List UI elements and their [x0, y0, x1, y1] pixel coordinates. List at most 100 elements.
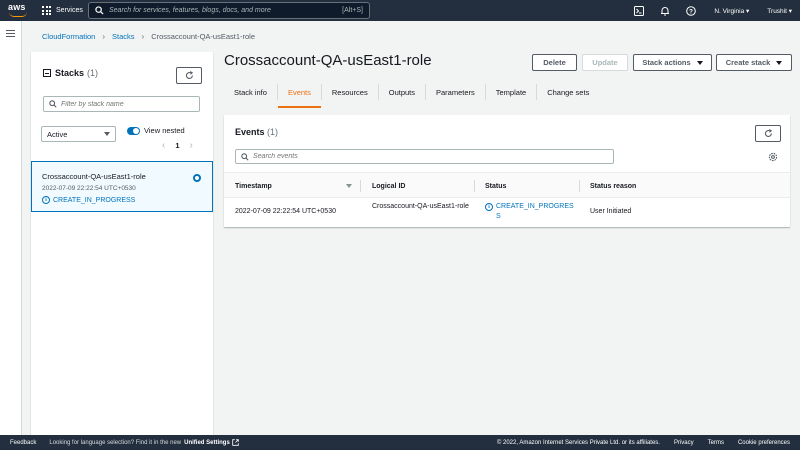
column-divider — [360, 180, 361, 192]
breadcrumb-stacks[interactable]: Stacks — [112, 32, 135, 41]
stack-name[interactable]: Crossaccount-QA-usEast1-role — [42, 172, 146, 181]
column-timestamp[interactable]: Timestamp — [235, 173, 272, 199]
copyright: © 2022, Amazon Internet Services Private… — [496, 439, 660, 446]
events-header: Events (1) — [235, 127, 278, 137]
column-divider — [579, 180, 580, 192]
events-refresh-button[interactable] — [755, 125, 781, 142]
stack-select-radio[interactable] — [193, 174, 201, 182]
column-status[interactable]: Status — [485, 173, 506, 199]
cookie-preferences-link[interactable]: Cookie preferences — [738, 440, 790, 446]
info-icon: i — [485, 203, 493, 211]
column-logical-id[interactable]: Logical ID — [372, 173, 405, 199]
unified-settings-link[interactable]: Unified Settings — [184, 440, 230, 446]
create-stack-button[interactable]: Create stack — [716, 54, 792, 71]
feedback-link[interactable]: Feedback — [10, 440, 36, 446]
gear-icon[interactable] — [768, 152, 778, 162]
events-search-field[interactable] — [235, 149, 614, 164]
event-logical-id: Crossaccount-QA-usEast1-role — [372, 203, 469, 210]
search-icon — [95, 6, 104, 15]
footer: Feedback Looking for language selection?… — [0, 435, 800, 450]
stack-actions-label: Stack actions — [642, 58, 691, 67]
cloudshell-icon[interactable] — [634, 5, 645, 16]
stack-status-label: CREATE_IN_PROGRESS — [53, 196, 136, 204]
breadcrumb-cloudformation[interactable]: CloudFormation — [42, 32, 95, 41]
next-page-icon[interactable]: › — [190, 140, 193, 151]
services-label: Services — [56, 7, 83, 14]
events-search-input[interactable] — [253, 153, 593, 160]
tab-parameters[interactable]: Parameters — [426, 84, 486, 100]
events-title: Events — [235, 127, 265, 137]
update-button[interactable]: Update — [582, 54, 628, 71]
events-panel: Events (1) Timestamp Logical ID Status S… — [224, 115, 790, 227]
tab-stack-info[interactable]: Stack info — [224, 84, 278, 100]
aws-logo[interactable]: aws — [8, 2, 30, 19]
info-icon: i — [42, 196, 50, 204]
page-title: Crossaccount-QA-usEast1-role — [224, 52, 432, 69]
grid-icon — [42, 6, 51, 15]
create-stack-label: Create stack — [725, 58, 771, 67]
stack-list-item[interactable]: Crossaccount-QA-usEast1-role 2022-07-09 … — [31, 161, 213, 212]
event-timestamp: 2022-07-09 22:22:54 UTC+0530 — [235, 208, 336, 215]
caret-down-icon — [776, 60, 783, 65]
tab-outputs[interactable]: Outputs — [379, 84, 426, 100]
aws-logo-text: aws — [8, 2, 26, 12]
breadcrumb-current: Crossaccount-QA-usEast1-role — [151, 32, 256, 41]
region-label: N. Virginia — [714, 7, 745, 15]
column-status-reason[interactable]: Status reason — [590, 173, 636, 199]
external-link-icon — [232, 439, 239, 446]
stack-actions-button[interactable]: Stack actions — [633, 54, 712, 71]
search-icon — [241, 152, 249, 161]
events-table-header: Timestamp Logical ID Status Status reaso… — [224, 172, 790, 198]
search-placeholder: Search for services, features, blogs, do… — [109, 7, 271, 14]
terms-link[interactable]: Terms — [708, 440, 724, 446]
global-search-input[interactable]: Search for services, features, blogs, do… — [88, 2, 370, 19]
refresh-icon — [185, 71, 193, 79]
tab-resources[interactable]: Resources — [322, 84, 379, 100]
menu-hamburger-icon[interactable] — [6, 30, 15, 37]
svg-text:?: ? — [689, 8, 693, 15]
notifications-bell-icon[interactable] — [660, 6, 670, 16]
chevron-right-icon: › — [141, 32, 145, 41]
stacks-refresh-button[interactable] — [176, 67, 202, 84]
account-menu[interactable]: Trushit ▾ — [767, 7, 792, 15]
language-prompt: Looking for language selection? Find it … — [49, 439, 182, 446]
stacks-panel: Stacks (1) Active View nested ‹ 1 › Cros… — [31, 52, 213, 435]
services-menu-button[interactable]: Services — [42, 4, 83, 17]
stacks-title: Stacks — [55, 68, 85, 78]
status-filter-select[interactable]: Active — [41, 126, 116, 142]
caret-down-icon — [696, 60, 703, 65]
user-label: Trushit — [767, 7, 787, 15]
events-count: (1) — [267, 127, 279, 137]
tab-template[interactable]: Template — [486, 84, 538, 100]
stacks-header: Stacks (1) — [43, 68, 98, 78]
caret-down-icon — [104, 132, 110, 136]
column-divider — [474, 180, 475, 192]
search-icon — [49, 100, 57, 108]
tab-change-sets[interactable]: Change sets — [537, 84, 599, 100]
previous-page-icon[interactable]: ‹ — [162, 140, 165, 151]
stack-created-time: 2022-07-09 22:22:54 UTC+0530 — [42, 185, 136, 192]
event-status-label: CREATE_IN_PROGRESS — [496, 203, 574, 220]
chevron-right-icon: › — [102, 32, 106, 41]
collapse-panel-icon[interactable] — [43, 69, 51, 77]
table-row: 2022-07-09 22:22:54 UTC+0530 Crossaccoun… — [224, 199, 790, 227]
stack-filter-input[interactable] — [61, 100, 191, 108]
view-nested-toggle-group: View nested — [127, 126, 185, 135]
event-status-reason: User Initiated — [590, 208, 632, 215]
top-navigation: aws Services Search for services, featur… — [0, 0, 800, 21]
delete-button[interactable]: Delete — [532, 54, 577, 71]
privacy-link[interactable]: Privacy — [674, 440, 694, 446]
stacks-count: (1) — [87, 68, 99, 78]
status-filter-value: Active — [47, 129, 68, 139]
view-nested-toggle[interactable] — [127, 126, 140, 135]
sort-descending-icon[interactable] — [346, 184, 352, 188]
stack-filter-field[interactable] — [43, 96, 200, 112]
current-page-number[interactable]: 1 — [175, 141, 179, 150]
view-nested-label: View nested — [144, 126, 185, 135]
help-icon[interactable]: ? — [686, 5, 697, 16]
region-selector[interactable]: N. Virginia ▾ — [714, 7, 749, 15]
side-navigation-rail — [0, 21, 22, 435]
breadcrumb: CloudFormation › Stacks › Crossaccount-Q… — [42, 32, 255, 41]
tab-events[interactable]: Events — [277, 84, 322, 108]
event-status: i CREATE_IN_PROGRESS — [485, 202, 575, 222]
